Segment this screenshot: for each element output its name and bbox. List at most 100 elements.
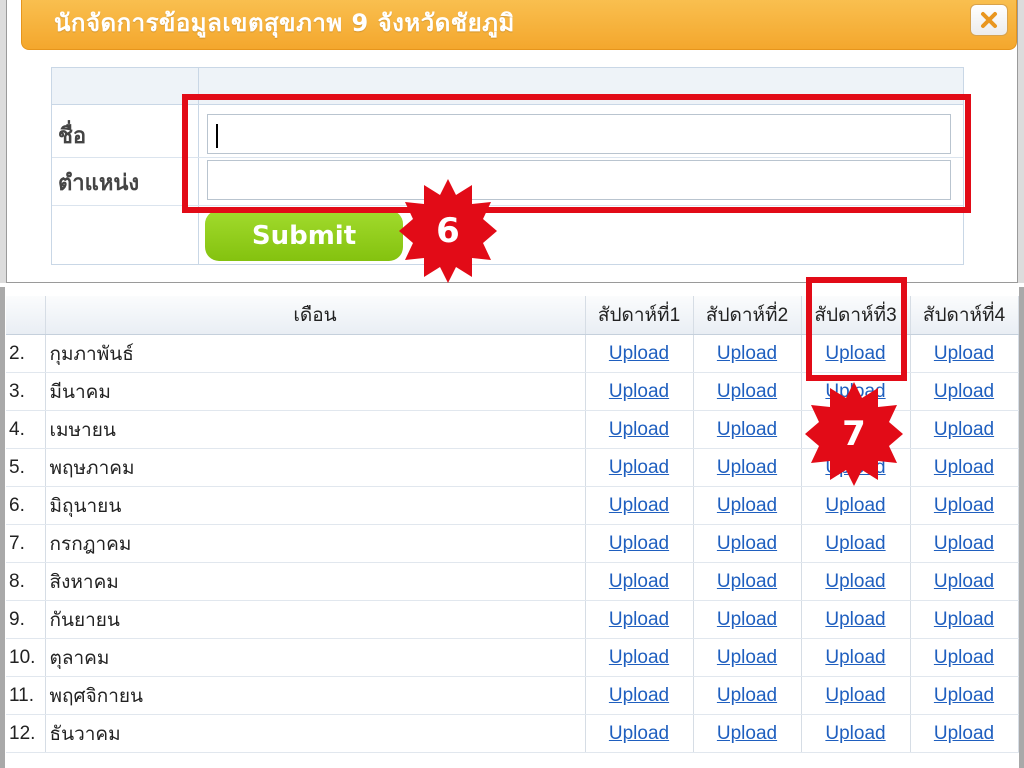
upload-link-week4[interactable]: Upload xyxy=(934,685,994,706)
upload-link-week1[interactable]: Upload xyxy=(609,381,669,402)
week2-cell: Upload xyxy=(693,524,802,563)
close-icon xyxy=(981,12,997,28)
week4-cell: Upload xyxy=(910,676,1019,715)
upload-link-week2[interactable]: Upload xyxy=(717,343,777,364)
month-name: กรกฎาคม xyxy=(45,524,586,563)
table-row: 9. กันยายน Upload Upload Upload Upload xyxy=(6,600,1019,639)
step-7-label: 7 xyxy=(842,414,866,454)
user-info-dialog: นักจัดการข้อมูลเขตสุขภาพ 9 จังหวัดชัยภูม… xyxy=(0,0,1024,283)
column-header-number xyxy=(6,296,46,335)
upload-link-week1[interactable]: Upload xyxy=(609,685,669,706)
week2-cell: Upload xyxy=(693,600,802,639)
upload-link-week4[interactable]: Upload xyxy=(934,533,994,554)
upload-link-week3[interactable]: Upload xyxy=(825,685,885,706)
upload-link-week4[interactable]: Upload xyxy=(934,381,994,402)
upload-link-week2[interactable]: Upload xyxy=(717,495,777,516)
upload-link-week4[interactable]: Upload xyxy=(934,457,994,478)
week1-cell: Upload xyxy=(585,676,694,715)
row-number: 5. xyxy=(6,448,46,487)
upload-link-week2[interactable]: Upload xyxy=(717,571,777,592)
table-row: 12. ธันวาคม Upload Upload Upload Upload xyxy=(6,714,1019,753)
upload-link-week2[interactable]: Upload xyxy=(717,381,777,402)
step-6-badge: 6 xyxy=(398,177,498,285)
month-name: เมษายน xyxy=(45,410,586,449)
week2-cell: Upload xyxy=(693,448,802,487)
table-row: 11. พฤศจิกายน Upload Upload Upload Upload xyxy=(6,676,1019,715)
step-7-badge: 7 xyxy=(804,380,904,488)
upload-link-week4[interactable]: Upload xyxy=(934,343,994,364)
week3-cell: Upload xyxy=(801,600,911,639)
upload-link-week2[interactable]: Upload xyxy=(717,685,777,706)
row-number: 12. xyxy=(6,714,46,753)
upload-link-week1[interactable]: Upload xyxy=(609,723,669,744)
upload-link-week3[interactable]: Upload xyxy=(825,533,885,554)
week1-cell: Upload xyxy=(585,714,694,753)
week4-cell: Upload xyxy=(910,410,1019,449)
week1-cell: Upload xyxy=(585,448,694,487)
highlight-box-inputs xyxy=(182,94,971,213)
column-header-week2: สัปดาห์ที่2 xyxy=(693,296,802,335)
dialog-body: นักจัดการข้อมูลเขตสุขภาพ 9 จังหวัดชัยภูม… xyxy=(6,0,1018,283)
week2-cell: Upload xyxy=(693,410,802,449)
upload-link-week1[interactable]: Upload xyxy=(609,533,669,554)
month-name: มีนาคม xyxy=(45,372,586,411)
week1-cell: Upload xyxy=(585,638,694,677)
week1-cell: Upload xyxy=(585,486,694,525)
month-name: พฤศจิกายน xyxy=(45,676,586,715)
table-row: 10. ตุลาคม Upload Upload Upload Upload xyxy=(6,638,1019,677)
row-number: 10. xyxy=(6,638,46,677)
upload-link-week4[interactable]: Upload xyxy=(934,723,994,744)
upload-link-week3[interactable]: Upload xyxy=(825,609,885,630)
close-button[interactable] xyxy=(970,4,1008,36)
submit-button[interactable]: Submit xyxy=(205,210,403,261)
upload-link-week4[interactable]: Upload xyxy=(934,609,994,630)
upload-link-week1[interactable]: Upload xyxy=(609,343,669,364)
upload-link-week3[interactable]: Upload xyxy=(825,495,885,516)
month-name: สิงหาคม xyxy=(45,562,586,601)
upload-link-week1[interactable]: Upload xyxy=(609,457,669,478)
week4-cell: Upload xyxy=(910,334,1019,373)
week1-cell: Upload xyxy=(585,410,694,449)
upload-link-week2[interactable]: Upload xyxy=(717,457,777,478)
week1-cell: Upload xyxy=(585,600,694,639)
week1-cell: Upload xyxy=(585,334,694,373)
upload-link-week3[interactable]: Upload xyxy=(825,571,885,592)
week3-cell: Upload xyxy=(801,524,911,563)
upload-link-week2[interactable]: Upload xyxy=(717,723,777,744)
month-name: ธันวาคม xyxy=(45,714,586,753)
week2-cell: Upload xyxy=(693,714,802,753)
upload-link-week3[interactable]: Upload xyxy=(825,647,885,668)
week2-cell: Upload xyxy=(693,334,802,373)
upload-link-week1[interactable]: Upload xyxy=(609,571,669,592)
upload-link-week2[interactable]: Upload xyxy=(717,647,777,668)
upload-link-week1[interactable]: Upload xyxy=(609,647,669,668)
month-name: กันยายน xyxy=(45,600,586,639)
row-number: 4. xyxy=(6,410,46,449)
upload-link-week1[interactable]: Upload xyxy=(609,609,669,630)
upload-link-week4[interactable]: Upload xyxy=(934,571,994,592)
upload-link-week4[interactable]: Upload xyxy=(934,495,994,516)
column-header-week4: สัปดาห์ที่4 xyxy=(910,296,1019,335)
upload-link-week4[interactable]: Upload xyxy=(934,647,994,668)
position-label: ตำแหน่ง xyxy=(58,171,140,196)
step-6-label: 6 xyxy=(436,211,460,251)
upload-link-week2[interactable]: Upload xyxy=(717,533,777,554)
week1-cell: Upload xyxy=(585,524,694,563)
row-number: 8. xyxy=(6,562,46,601)
week2-cell: Upload xyxy=(693,372,802,411)
column-header-month: เดือน xyxy=(45,296,586,335)
week2-cell: Upload xyxy=(693,638,802,677)
week2-cell: Upload xyxy=(693,562,802,601)
upload-link-week4[interactable]: Upload xyxy=(934,419,994,440)
week4-cell: Upload xyxy=(910,638,1019,677)
upload-link-week3[interactable]: Upload xyxy=(825,723,885,744)
column-header-week1: สัปดาห์ที่1 xyxy=(585,296,694,335)
week4-cell: Upload xyxy=(910,714,1019,753)
week4-cell: Upload xyxy=(910,600,1019,639)
upload-link-week2[interactable]: Upload xyxy=(717,419,777,440)
week3-cell: Upload xyxy=(801,562,911,601)
upload-link-week1[interactable]: Upload xyxy=(609,495,669,516)
highlight-box-week3 xyxy=(806,277,907,381)
upload-link-week2[interactable]: Upload xyxy=(717,609,777,630)
upload-link-week1[interactable]: Upload xyxy=(609,419,669,440)
